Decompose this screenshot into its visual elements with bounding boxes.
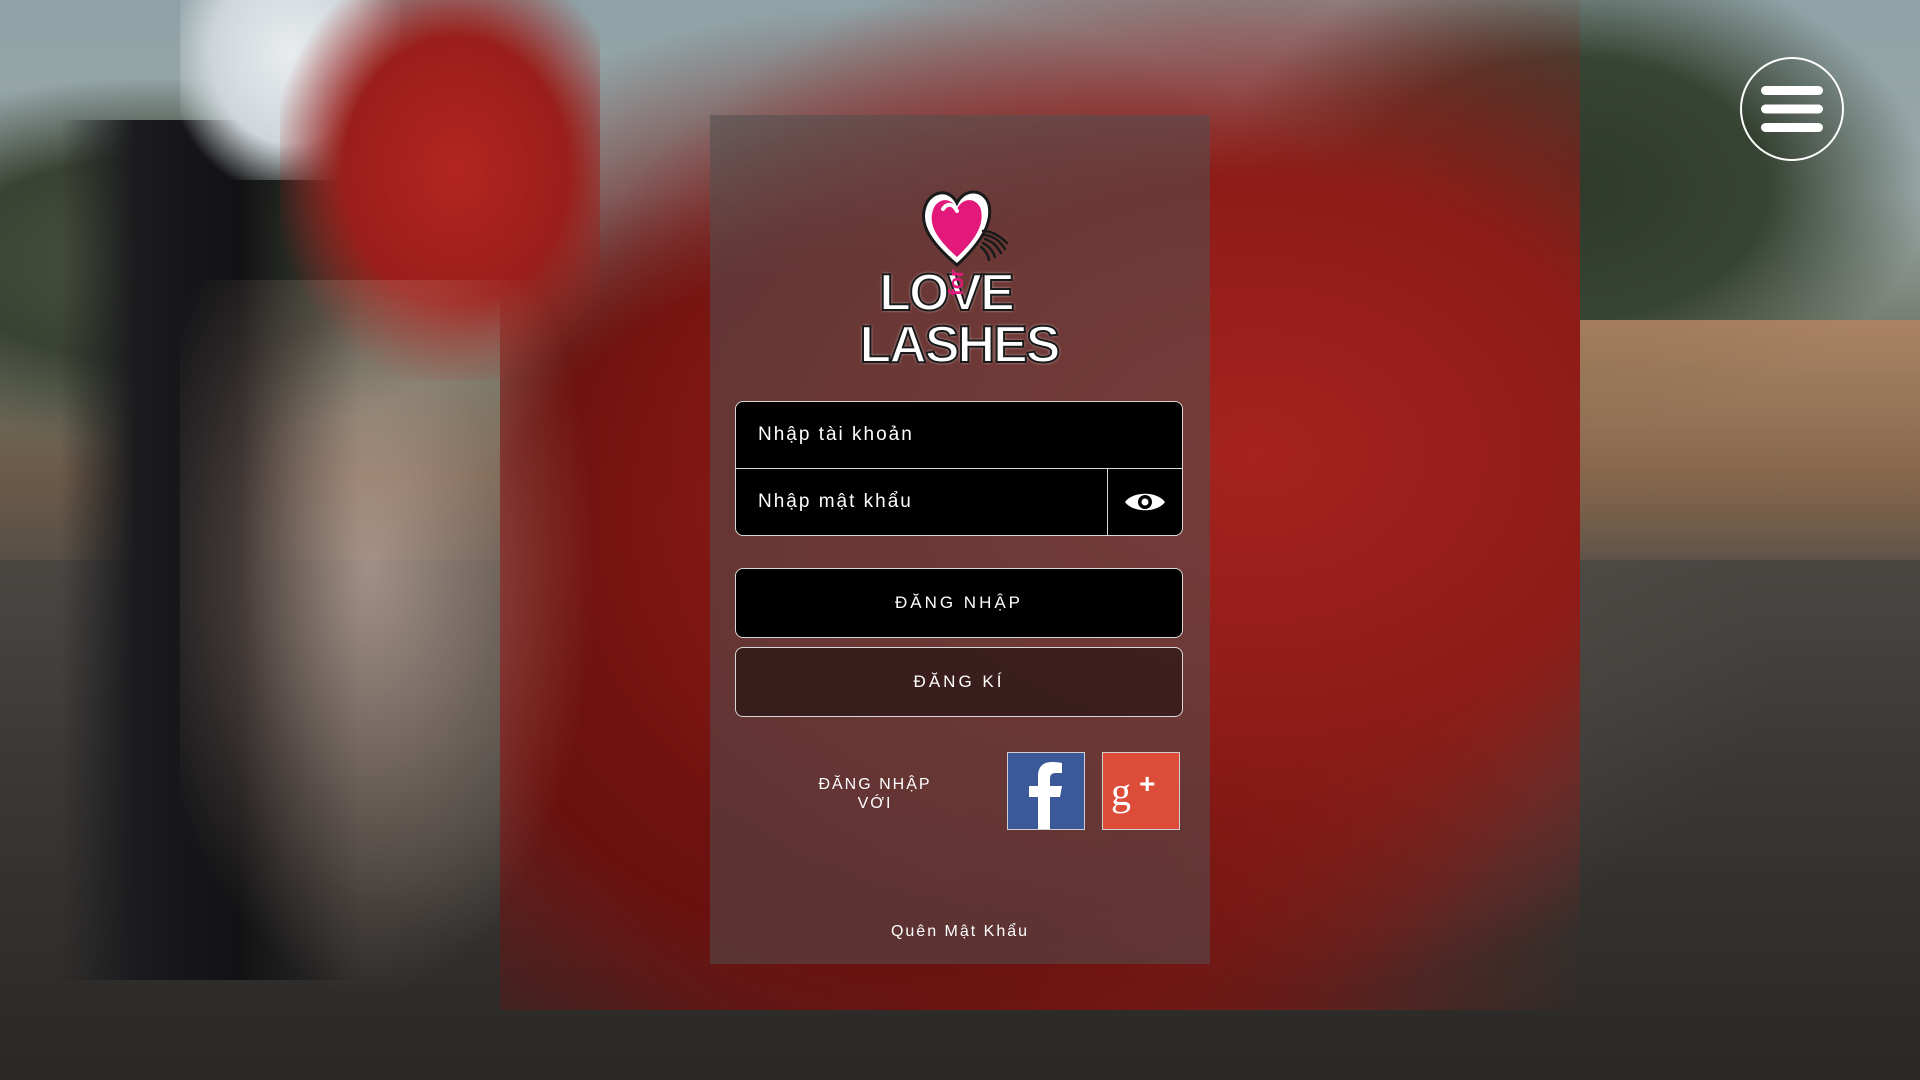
social-login-label-line1: ĐĂNG NHẬP: [818, 776, 932, 793]
google-plus-login-button[interactable]: g +: [1102, 752, 1180, 830]
password-input[interactable]: [736, 469, 1108, 535]
google-plus-icon: g +: [1111, 768, 1155, 814]
facebook-icon: [1029, 762, 1062, 829]
background-legs: [180, 280, 600, 1000]
login-button-label: ĐĂNG NHẬP: [894, 593, 1024, 612]
social-login-label-line2: VỚI: [857, 795, 893, 812]
svg-text:+: +: [1139, 768, 1155, 799]
menu-button[interactable]: [1740, 57, 1844, 161]
hamburger-menu-icon: [1761, 86, 1823, 132]
register-button[interactable]: ĐĂNG KÍ: [735, 647, 1183, 717]
login-screen: LOVELASHES for ĐĂNG NHẬP ĐĂNG KÍ ĐĂ: [0, 0, 1920, 1080]
background-red-dress-top: [280, 0, 600, 380]
background-field: [1300, 320, 1920, 580]
facebook-login-button[interactable]: [1007, 752, 1085, 830]
forgot-password-link[interactable]: Quên Mật Khẩu: [710, 923, 1210, 941]
toggle-password-button[interactable]: [1107, 469, 1182, 535]
svg-text:g: g: [1111, 769, 1131, 814]
background-man-trousers: [60, 120, 360, 980]
login-panel: LOVELASHES for ĐĂNG NHẬP ĐĂNG KÍ ĐĂ: [710, 115, 1210, 964]
background-man-shirt: [180, 0, 400, 180]
password-field[interactable]: [735, 468, 1183, 536]
social-login-label: ĐĂNG NHẬP VỚI: [805, 775, 945, 813]
login-button[interactable]: ĐĂNG NHẬP: [735, 568, 1183, 638]
logo-word-for: for: [945, 269, 968, 296]
username-field[interactable]: [735, 401, 1183, 469]
eye-icon: [1125, 493, 1165, 511]
register-button-label: ĐĂNG KÍ: [913, 672, 1005, 691]
logo-word-lashes: LASHES: [859, 316, 1062, 374]
background-trees-left: [0, 80, 520, 440]
heart-lashes-icon: [922, 190, 1009, 267]
username-input[interactable]: [736, 402, 1182, 468]
brand-logo: LOVELASHES for: [796, 165, 1122, 372]
